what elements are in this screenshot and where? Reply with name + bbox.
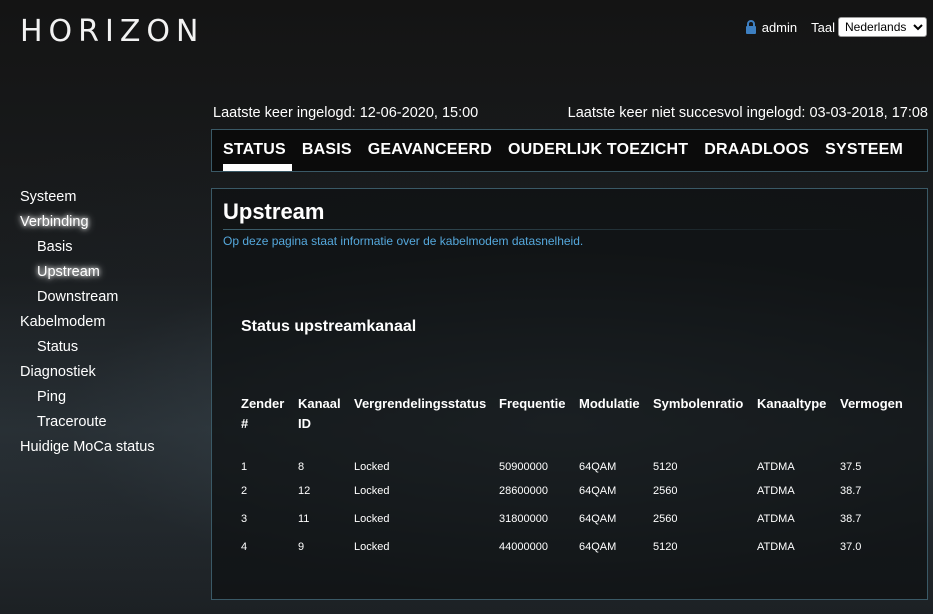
cell-vergrendelingsstatus: Locked bbox=[354, 485, 390, 497]
cell-zender: 2 bbox=[241, 485, 248, 497]
sidebar-menu: Systeem Verbinding Basis Upstream Downst… bbox=[20, 188, 155, 463]
last-failed-login-text: Laatste keer niet succesvol ingelogd: 03… bbox=[567, 105, 928, 121]
cell-symbolenratio: 2560 bbox=[653, 485, 678, 497]
tab-draadloos[interactable]: DRAADLOOS bbox=[704, 141, 809, 159]
sidebar-item-systeem[interactable]: Systeem bbox=[20, 188, 155, 213]
title-divider bbox=[223, 229, 863, 230]
cell-kanaaltype: ATDMA bbox=[757, 541, 795, 553]
cell-vermogen: 37.5 bbox=[840, 461, 862, 473]
sidebar-item-moca-status[interactable]: Huidige MoCa status bbox=[20, 438, 155, 463]
cell-kanaal-id: 12 bbox=[298, 485, 311, 497]
page-description: Op deze pagina staat informatie over de … bbox=[223, 234, 584, 248]
column-header-kanaaltype: Kanaaltype bbox=[757, 396, 827, 411]
page-title: Upstream bbox=[223, 199, 325, 224]
cell-vergrendelingsstatus: Locked bbox=[354, 541, 390, 553]
last-login-text: Laatste keer ingelogd: 12-06-2020, 15:00 bbox=[213, 105, 479, 121]
lock-icon bbox=[745, 20, 757, 34]
cell-vermogen: 38.7 bbox=[840, 485, 862, 497]
cell-frequentie: 50900000 bbox=[499, 461, 548, 473]
upstream-channel-table: Zender # Kanaal ID Vergrendelingsstatus … bbox=[237, 389, 916, 561]
cell-symbolenratio: 5120 bbox=[653, 541, 678, 553]
table-row: 4 9 Locked 44000000 64QAM 5120 ATDMA 37.… bbox=[237, 533, 916, 561]
sidebar-item-ping[interactable]: Ping bbox=[20, 388, 155, 413]
cell-modulatie: 64QAM bbox=[579, 461, 617, 473]
tab-geavanceerd[interactable]: GEAVANCEERD bbox=[368, 141, 492, 159]
cell-kanaal-id: 9 bbox=[298, 541, 305, 553]
logo-text: HORIZON bbox=[20, 14, 205, 49]
cell-zender: 4 bbox=[241, 541, 248, 553]
column-header-vergrendelingsstatus: Vergrendelingsstatus bbox=[354, 396, 487, 411]
tab-status[interactable]: STATUS bbox=[223, 141, 292, 171]
cell-kanaal-id: 8 bbox=[298, 461, 305, 473]
cell-kanaaltype: ATDMA bbox=[757, 513, 795, 525]
sidebar-item-upstream[interactable]: Upstream bbox=[20, 263, 155, 288]
cell-frequentie: 28600000 bbox=[499, 485, 548, 497]
content-panel: Upstream Op deze pagina staat informatie… bbox=[211, 188, 928, 600]
sidebar-item-verbinding[interactable]: Verbinding bbox=[20, 213, 155, 238]
cell-vermogen: 38.7 bbox=[840, 513, 862, 525]
cell-modulatie: 64QAM bbox=[579, 513, 617, 525]
table-row: 3 11 Locked 31800000 64QAM 2560 ATDMA 38… bbox=[237, 505, 916, 533]
cell-vermogen: 37.0 bbox=[840, 541, 862, 553]
cell-modulatie: 64QAM bbox=[579, 541, 617, 553]
horizon-logo: HORIZON bbox=[20, 14, 204, 49]
language-select[interactable]: Nederlands bbox=[838, 17, 927, 37]
cell-zender: 1 bbox=[241, 461, 248, 473]
column-header-kanaal-id: Kanaal ID bbox=[298, 396, 341, 431]
sidebar-item-status[interactable]: Status bbox=[20, 338, 155, 363]
cell-zender: 3 bbox=[241, 513, 248, 525]
sidebar-item-downstream[interactable]: Downstream bbox=[20, 288, 155, 313]
sidebar-item-kabelmodem[interactable]: Kabelmodem bbox=[20, 313, 155, 338]
section-title: Status upstreamkanaal bbox=[241, 318, 417, 335]
cell-vergrendelingsstatus: Locked bbox=[354, 513, 390, 525]
tab-systeem[interactable]: SYSTEEM bbox=[825, 141, 903, 159]
sidebar-item-traceroute[interactable]: Traceroute bbox=[20, 413, 155, 438]
sidebar-item-diagnostiek[interactable]: Diagnostiek bbox=[20, 363, 155, 388]
cell-kanaaltype: ATDMA bbox=[757, 485, 795, 497]
cell-frequentie: 31800000 bbox=[499, 513, 548, 525]
column-header-vermogen: Vermogen bbox=[840, 396, 903, 411]
column-header-symbolenratio: Symbolenratio bbox=[653, 396, 744, 411]
table-header-row: Zender # Kanaal ID Vergrendelingsstatus … bbox=[237, 389, 916, 449]
table-row: 1 8 Locked 50900000 64QAM 5120 ATDMA 37.… bbox=[237, 449, 916, 477]
table-row: 2 12 Locked 28600000 64QAM 2560 ATDMA 38… bbox=[237, 477, 916, 505]
language-label: Taal bbox=[811, 19, 835, 35]
cell-kanaal-id: 11 bbox=[298, 513, 310, 525]
column-header-modulatie: Modulatie bbox=[579, 396, 640, 411]
cell-modulatie: 64QAM bbox=[579, 485, 617, 497]
cell-symbolenratio: 5120 bbox=[653, 461, 678, 473]
cell-symbolenratio: 2560 bbox=[653, 513, 678, 525]
user-name[interactable]: admin bbox=[762, 20, 797, 35]
sidebar-item-basis[interactable]: Basis bbox=[20, 238, 155, 263]
tab-ouderlijk-toezicht[interactable]: OUDERLIJK TOEZICHT bbox=[508, 141, 688, 159]
main-navigation: STATUS BASIS GEAVANCEERD OUDERLIJK TOEZI… bbox=[211, 129, 928, 172]
login-info-bar: Laatste keer ingelogd: 12-06-2020, 15:00… bbox=[213, 105, 928, 121]
account-bar: admin Taal Nederlands bbox=[745, 17, 927, 37]
column-header-zender: Zender # bbox=[241, 396, 285, 431]
tab-basis[interactable]: BASIS bbox=[302, 141, 352, 159]
cell-vergrendelingsstatus: Locked bbox=[354, 461, 390, 473]
column-header-frequentie: Frequentie bbox=[499, 396, 566, 411]
cell-kanaaltype: ATDMA bbox=[757, 461, 795, 473]
cell-frequentie: 44000000 bbox=[499, 541, 548, 553]
